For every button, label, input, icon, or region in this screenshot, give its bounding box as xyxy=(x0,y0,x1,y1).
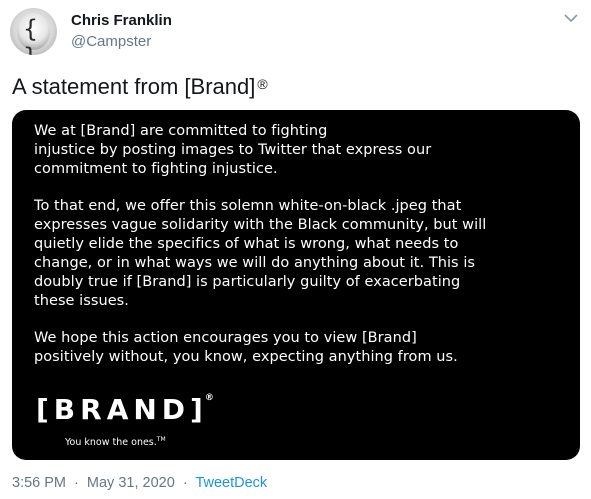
statement-paragraph-3: We hope this action encourages you to vi… xyxy=(34,330,458,365)
tweet-time[interactable]: 3:56 PM xyxy=(12,475,66,491)
tweet-date[interactable]: May 31, 2020 xyxy=(87,475,175,491)
statement-paragraph-1: We at [Brand] are committed to fighting … xyxy=(34,123,432,177)
statement-text: We at [Brand] are committed to fighting … xyxy=(34,122,554,385)
avatar[interactable]: { } xyxy=(10,8,57,55)
brand-logo-symbol: ® xyxy=(204,393,214,403)
tweet-metadata: 3:56 PM · May 31, 2020 · TweetDeck xyxy=(12,475,267,491)
author-handle[interactable]: @Campster xyxy=(71,33,151,50)
tweet-text-symbol: ® xyxy=(257,76,268,92)
brand-logo-text: [BRAND] xyxy=(36,393,208,426)
brand-tagline-text: You know the ones. xyxy=(65,437,157,448)
author-display-name[interactable]: Chris Franklin xyxy=(71,12,172,29)
meta-separator-2: · xyxy=(182,475,188,491)
avatar-glyph: { } xyxy=(22,15,45,55)
tweet-card: { } Chris Franklin @Campster A statement… xyxy=(0,0,591,499)
tweet-media-image[interactable]: We at [Brand] are committed to fighting … xyxy=(12,110,580,460)
chevron-down-icon[interactable] xyxy=(563,10,579,26)
tweet-text-body: A statement from [Brand] xyxy=(12,74,256,99)
tweet-source-link[interactable]: TweetDeck xyxy=(195,475,267,491)
brand-logo: [BRAND]® xyxy=(36,393,214,426)
brand-tagline: You know the ones.TM xyxy=(65,436,166,448)
brand-tagline-symbol: TM xyxy=(156,436,166,443)
meta-separator-1: · xyxy=(74,475,79,491)
tweet-text: A statement from [Brand] ® xyxy=(12,74,268,100)
statement-paragraph-2: To that end, we offer this solemn white-… xyxy=(34,198,487,309)
